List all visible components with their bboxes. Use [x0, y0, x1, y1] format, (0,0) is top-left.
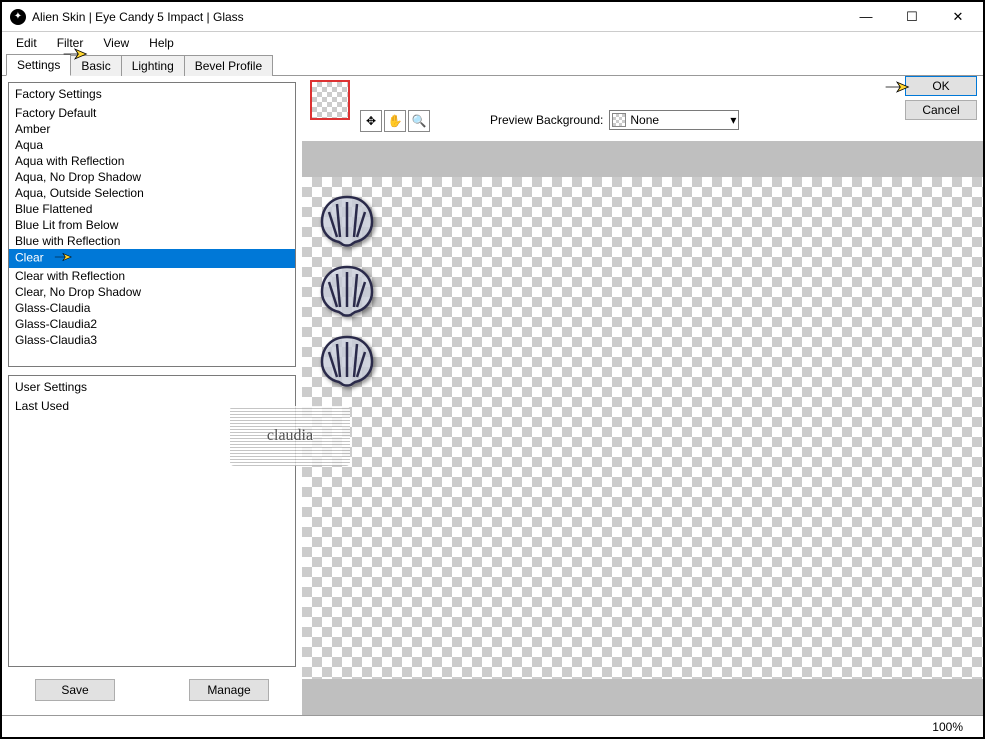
window-controls: — ☐ ✕: [843, 3, 981, 31]
list-item[interactable]: Last Used: [9, 398, 295, 414]
hand-tool-icon[interactable]: ✋: [384, 110, 406, 132]
titlebar[interactable]: ✦ Alien Skin | Eye Candy 5 Impact | Glas…: [2, 2, 983, 32]
preview-bg-label: Preview Background:: [490, 113, 603, 127]
pointer-icon: [52, 250, 74, 267]
list-item[interactable]: Clear with Reflection: [9, 268, 295, 284]
close-button[interactable]: ✕: [935, 3, 981, 31]
user-settings-header: User Settings: [9, 376, 295, 398]
preview-thumbnail[interactable]: [310, 80, 350, 120]
menu-help[interactable]: Help: [139, 34, 184, 52]
list-item[interactable]: Aqua with Reflection: [9, 153, 295, 169]
window-title: Alien Skin | Eye Candy 5 Impact | Glass: [32, 10, 244, 24]
menu-filter[interactable]: Filter: [47, 34, 94, 52]
factory-settings-list[interactable]: Factory Settings Factory DefaultAmberAqu…: [8, 82, 296, 367]
checker-icon: [612, 113, 626, 127]
tab-bevel-profile[interactable]: Bevel Profile: [184, 55, 273, 76]
list-item[interactable]: Blue with Reflection: [9, 233, 295, 249]
save-button[interactable]: Save: [35, 679, 115, 701]
tab-settings[interactable]: Settings: [6, 54, 71, 76]
user-settings-list[interactable]: User Settings Last Used: [8, 375, 296, 667]
tab-lighting[interactable]: Lighting: [121, 55, 185, 76]
shell-preview-2: [317, 262, 377, 317]
list-item[interactable]: Blue Flattened: [9, 201, 295, 217]
app-icon: ✦: [10, 9, 26, 25]
tab-basic[interactable]: Basic: [70, 55, 121, 76]
list-item[interactable]: Factory Default: [9, 105, 295, 121]
zoom-tool-icon[interactable]: 🔍: [408, 110, 430, 132]
move-tool-icon[interactable]: ✥: [360, 110, 382, 132]
menu-edit[interactable]: Edit: [6, 34, 47, 52]
list-item[interactable]: Glass-Claudia3: [9, 332, 295, 348]
preview-panel: OK Cancel ✥ ✋ 🔍 Preview Background:: [302, 76, 983, 715]
manage-button[interactable]: Manage: [189, 679, 269, 701]
ok-button[interactable]: OK: [905, 76, 977, 96]
statusbar: 100%: [2, 715, 983, 737]
shell-preview-3: [317, 332, 377, 387]
preview-bg-select[interactable]: None ▾: [609, 110, 739, 130]
list-item[interactable]: Amber: [9, 121, 295, 137]
menu-view[interactable]: View: [93, 34, 139, 52]
zoom-level: 100%: [932, 720, 963, 734]
app-window: ✦ Alien Skin | Eye Candy 5 Impact | Glas…: [0, 0, 985, 739]
divider-bar-bottom: [302, 679, 983, 715]
minimize-button[interactable]: —: [843, 3, 889, 31]
preview-bg-selected: None: [630, 113, 659, 127]
list-item[interactable]: Blue Lit from Below: [9, 217, 295, 233]
list-item[interactable]: Clear: [9, 249, 295, 268]
list-item[interactable]: Aqua: [9, 137, 295, 153]
factory-settings-header: Factory Settings: [9, 83, 295, 105]
list-item[interactable]: Glass-Claudia2: [9, 316, 295, 332]
list-item[interactable]: Glass-Claudia: [9, 300, 295, 316]
chevron-down-icon: ▾: [730, 113, 736, 127]
list-item[interactable]: Aqua, Outside Selection: [9, 185, 295, 201]
shell-preview-1: [317, 192, 377, 247]
preview-canvas[interactable]: [302, 177, 983, 679]
list-item[interactable]: Aqua, No Drop Shadow: [9, 169, 295, 185]
cancel-button[interactable]: Cancel: [905, 100, 977, 120]
content: Factory Settings Factory DefaultAmberAqu…: [2, 75, 983, 715]
settings-buttons: Save Manage: [8, 675, 296, 709]
divider-bar-top: [302, 141, 983, 177]
tabs: Settings Basic Lighting Bevel Profile: [2, 54, 983, 76]
thumbnail-strip: ✥ ✋ 🔍 Preview Background: None ▾: [302, 76, 983, 141]
settings-panel: Factory Settings Factory DefaultAmberAqu…: [2, 76, 302, 715]
list-item[interactable]: Clear, No Drop Shadow: [9, 284, 295, 300]
menubar: Edit Filter View Help: [2, 32, 983, 54]
ok-label: OK: [932, 79, 949, 93]
maximize-button[interactable]: ☐: [889, 3, 935, 31]
